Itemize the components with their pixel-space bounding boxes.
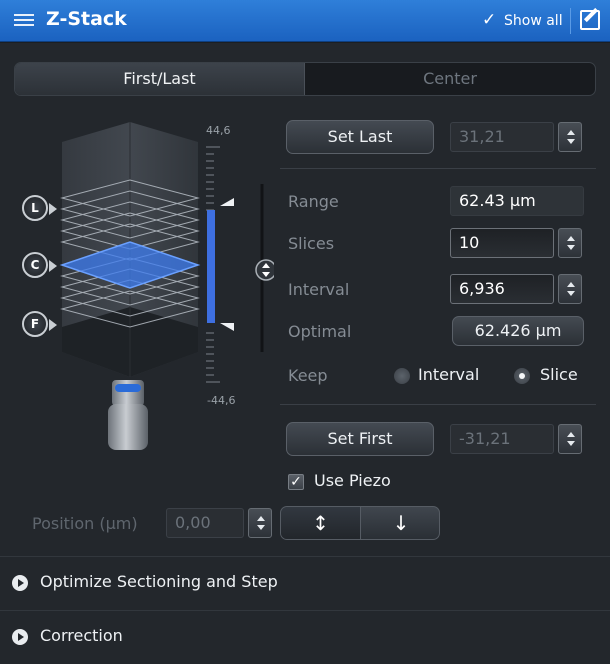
keep-slice-radio[interactable] [514, 368, 530, 384]
edit-icon[interactable] [580, 10, 600, 30]
keep-interval-radio[interactable] [394, 368, 410, 384]
center-handle[interactable] [255, 259, 274, 281]
objective-icon [108, 380, 148, 450]
position-stepper[interactable] [248, 508, 272, 538]
bidirectional-icon[interactable]: ↕ [281, 507, 361, 539]
title-separator [570, 8, 571, 34]
lower-bound-handle[interactable] [220, 323, 234, 331]
use-piezo-label[interactable]: Use Piezo [314, 471, 391, 490]
set-last-button[interactable]: Set Last [286, 120, 434, 154]
mode-tabs: First/Last Center [14, 62, 596, 96]
checkmark-icon: ✓ [482, 10, 497, 30]
zstack-graphic [59, 122, 274, 450]
panel-title-bar: Z-Stack ✓ Show all [0, 0, 610, 42]
interval-stepper[interactable] [558, 274, 582, 304]
section-correction-label[interactable]: Correction [40, 626, 123, 645]
range-label: Range [288, 192, 339, 211]
keep-slice-label[interactable]: Slice [540, 365, 578, 384]
tab-first-last[interactable]: First/Last [15, 63, 305, 95]
section-correction[interactable]: Correction [0, 610, 610, 662]
last-marker[interactable]: L [22, 195, 57, 221]
z-max-label: 44,6 [206, 124, 231, 137]
last-position-stepper[interactable] [558, 122, 582, 152]
keep-label: Keep [288, 366, 328, 385]
upper-bound-handle[interactable] [220, 198, 234, 206]
optimal-button[interactable]: 62.426 µm [452, 316, 584, 346]
direction-toggle: ↕ ↓ [280, 506, 440, 540]
slices-stepper[interactable] [558, 228, 582, 258]
optimal-label: Optimal [288, 322, 352, 341]
slices-label: Slices [288, 234, 335, 253]
z-min-label: -44,6 [207, 394, 236, 407]
center-marker[interactable]: C [22, 252, 57, 278]
slices-input[interactable]: 10 [450, 228, 554, 258]
show-all-toggle[interactable]: Show all [504, 13, 563, 29]
interval-label: Interval [288, 280, 350, 299]
expand-icon[interactable] [12, 629, 28, 645]
range-value: 62.43 µm [450, 186, 584, 216]
interval-input[interactable]: 6,936 [450, 274, 554, 304]
tab-center[interactable]: Center [305, 63, 595, 95]
section-optimize[interactable]: Optimize Sectioning and Step [0, 556, 610, 608]
position-label: Position (µm) [32, 514, 138, 533]
z-range-bar [207, 210, 215, 323]
menu-icon[interactable] [14, 11, 34, 31]
panel-title: Z-Stack [46, 8, 127, 30]
down-arrow-icon[interactable]: ↓ [361, 507, 439, 539]
first-position-stepper[interactable] [558, 424, 582, 454]
section-optimize-label[interactable]: Optimize Sectioning and Step [40, 572, 278, 591]
expand-icon[interactable] [12, 575, 28, 591]
divider [280, 168, 596, 169]
keep-interval-label[interactable]: Interval [418, 365, 479, 384]
first-marker[interactable]: F [22, 311, 57, 337]
use-piezo-checkbox[interactable]: ✓ [288, 474, 304, 490]
position-field[interactable]: 0,00 [166, 508, 244, 538]
last-position-field[interactable]: 31,21 [450, 122, 554, 152]
first-position-field[interactable]: -31,21 [450, 424, 554, 454]
divider [280, 404, 596, 405]
set-first-button[interactable]: Set First [286, 422, 434, 456]
